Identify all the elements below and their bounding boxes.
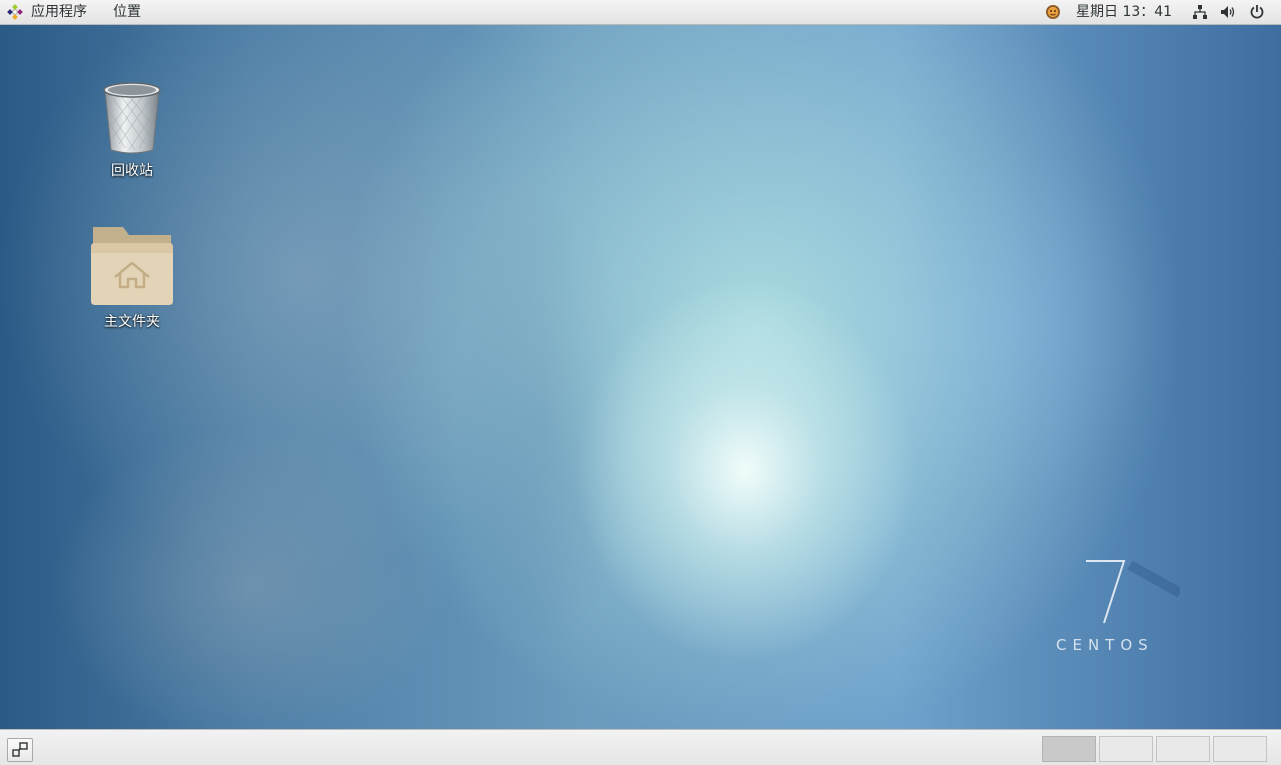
desktop-item-label: 回收站 <box>111 163 153 179</box>
wallpaper-brand-text: CENTOS <box>1056 636 1154 654</box>
clock[interactable]: 星期日 13：41 <box>1076 0 1172 24</box>
user-avatar-icon[interactable] <box>1045 4 1061 20</box>
places-menu-label: 位置 <box>113 4 141 20</box>
network-wired-icon[interactable] <box>1192 4 1208 20</box>
desktop-item-home-folder[interactable]: 主文件夹 <box>82 223 182 331</box>
desktop-item-trash[interactable]: 回收站 <box>82 78 182 180</box>
workspace-1[interactable] <box>1042 736 1096 762</box>
desktop: 回收站 主文件夹 CENTOS <box>0 25 1281 729</box>
bottom-panel <box>0 729 1281 765</box>
home-folder-icon <box>91 227 173 305</box>
speaker-volume-icon[interactable] <box>1220 4 1236 20</box>
desktop-item-label: 主文件夹 <box>104 314 160 330</box>
trash-icon <box>103 82 161 154</box>
workspace-3[interactable] <box>1156 736 1210 762</box>
places-menu[interactable]: 位置 <box>113 0 141 24</box>
workspace-2[interactable] <box>1099 736 1153 762</box>
workspace-4[interactable] <box>1213 736 1267 762</box>
applications-menu-label: 应用程序 <box>31 4 87 20</box>
applications-menu[interactable]: 应用程序 <box>7 0 87 24</box>
show-desktop-icon <box>12 742 28 757</box>
centos-logo-icon <box>7 4 23 20</box>
show-desktop-button[interactable] <box>7 738 33 762</box>
top-panel: 应用程序 位置 星期日 13：41 <box>0 0 1281 25</box>
power-icon[interactable] <box>1249 4 1265 20</box>
